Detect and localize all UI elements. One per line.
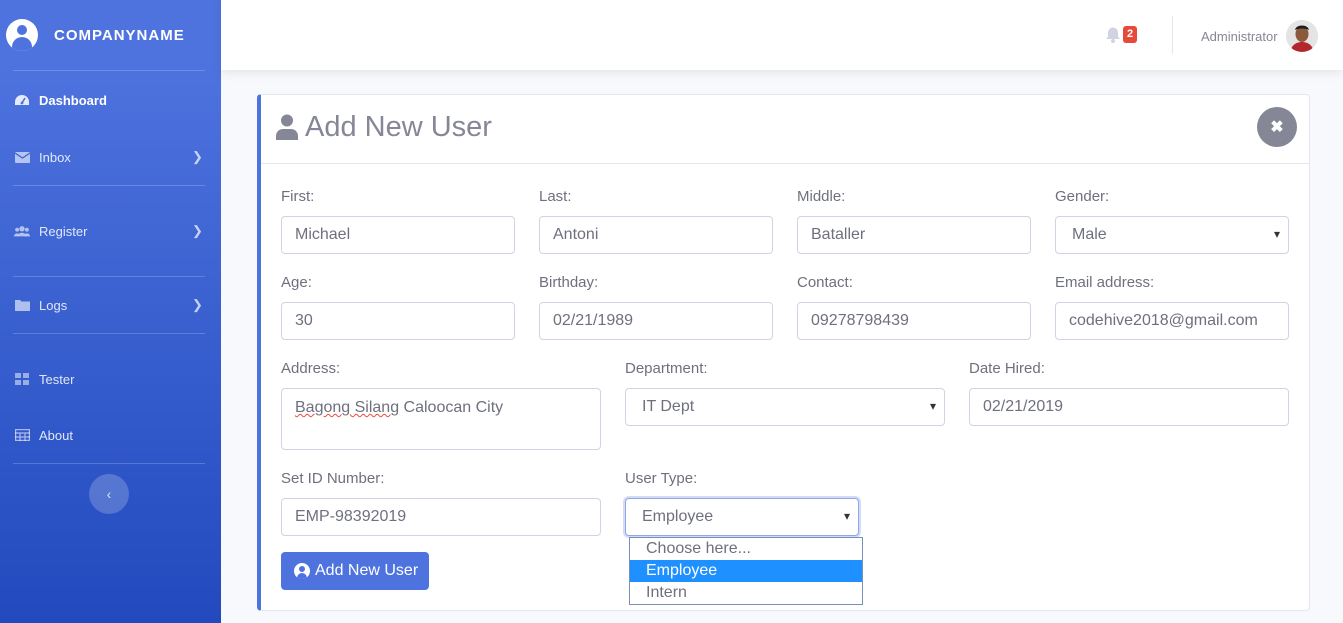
chevron-right-icon: ❯ (192, 297, 203, 312)
grid-icon (14, 373, 30, 385)
birthday-input[interactable]: 02/21/1989 (539, 302, 773, 340)
user-icon (276, 114, 298, 140)
dropdown-option-selected[interactable]: Employee (630, 560, 862, 582)
card-header: Add New User ✖ (261, 95, 1309, 164)
user-type-select[interactable]: Employee (625, 498, 859, 536)
user-circle-icon (6, 19, 38, 51)
bell-icon[interactable] (1105, 26, 1121, 44)
page-title: Add New User (305, 111, 492, 143)
department-label: Department: (625, 360, 708, 377)
notification-badge: 2 (1123, 26, 1138, 43)
dropdown-option[interactable]: Intern (630, 582, 862, 604)
add-new-user-label: Add New User (315, 562, 419, 579)
birthday-label: Birthday: (539, 274, 599, 291)
brand-name: COMPANYNAME (54, 26, 185, 44)
envelope-icon (14, 151, 30, 163)
sidebar-item-about[interactable]: About (0, 424, 221, 446)
last-name-label: Last: (539, 188, 572, 205)
email-field[interactable]: codehive2018@gmail.com (1055, 302, 1289, 340)
sidebar-item-label: Dashboard (39, 92, 107, 108)
sidebar-item-register[interactable]: Register ❯ (0, 186, 221, 276)
middle-name-label: Middle: (797, 188, 846, 205)
first-name-label: First: (281, 188, 315, 205)
id-number-label: Set ID Number: (281, 470, 385, 487)
user-type-dropdown: Choose here... Employee Intern (629, 537, 863, 605)
user-name[interactable]: Administrator (1201, 29, 1278, 44)
user-circle-icon (294, 563, 310, 579)
user-type-label: User Type: (625, 470, 698, 487)
last-name-input[interactable]: Antoni (539, 216, 773, 254)
address-textarea[interactable]: Bagong Silang Caloocan City (281, 388, 601, 450)
sidebar-item-label: Register (39, 223, 88, 239)
sidebar-item-dashboard[interactable]: Dashboard (0, 71, 221, 129)
topbar: 2 Administrator (221, 0, 1343, 70)
dropdown-option[interactable]: Choose here... (630, 538, 862, 560)
brand[interactable]: COMPANYNAME (0, 0, 221, 70)
users-icon (14, 225, 30, 237)
email-label: Email address: (1055, 274, 1155, 291)
folder-icon (14, 299, 30, 311)
department-select[interactable]: IT Dept (625, 388, 945, 426)
sidebar-item-label: Tester (39, 371, 75, 387)
tachometer-icon (14, 94, 30, 106)
address-misspelled-text: Bagong Silang (295, 399, 400, 416)
avatar[interactable] (1286, 20, 1318, 52)
sidebar-item-inbox[interactable]: Inbox ❯ (0, 129, 221, 185)
address-label: Address: (281, 360, 341, 377)
age-input[interactable]: 30 (281, 302, 515, 340)
sidebar-item-label: About (39, 427, 73, 443)
chevron-right-icon: ❯ (192, 149, 203, 164)
sidebar-item-tester[interactable]: Tester (0, 334, 221, 424)
id-number-input[interactable]: EMP-98392019 (281, 498, 601, 536)
close-button[interactable]: ✖ (1257, 107, 1297, 147)
contact-label: Contact: (797, 274, 853, 291)
middle-name-input[interactable]: Bataller (797, 216, 1031, 254)
add-new-user-button[interactable]: Add New User (281, 552, 429, 590)
chevron-left-icon: ‹ (106, 486, 112, 502)
sidebar-item-label: Inbox (39, 149, 71, 165)
close-icon: ✖ (1270, 119, 1284, 136)
date-hired-input[interactable]: 02/21/2019 (969, 388, 1289, 426)
chevron-right-icon: ❯ (192, 223, 203, 238)
first-name-input[interactable]: Michael (281, 216, 515, 254)
gender-label: Gender: (1055, 188, 1110, 205)
table-icon (14, 429, 30, 441)
add-user-card: Add New User ✖ First: Michael Last: Anto… (257, 94, 1310, 611)
gender-select[interactable]: Male (1055, 216, 1289, 254)
sidebar: COMPANYNAME Dashboard Inbox ❯ Register ❯… (0, 0, 221, 623)
address-text: Caloocan City (399, 399, 504, 416)
date-hired-label: Date Hired: (969, 360, 1045, 377)
topbar-divider (1172, 16, 1173, 54)
sidebar-toggle-button[interactable]: ‹ (89, 474, 129, 514)
sidebar-divider (13, 463, 205, 464)
age-label: Age: (281, 274, 312, 291)
sidebar-item-label: Logs (39, 297, 68, 313)
sidebar-item-logs[interactable]: Logs ❯ (0, 277, 221, 333)
contact-input[interactable]: 09278798439 (797, 302, 1031, 340)
